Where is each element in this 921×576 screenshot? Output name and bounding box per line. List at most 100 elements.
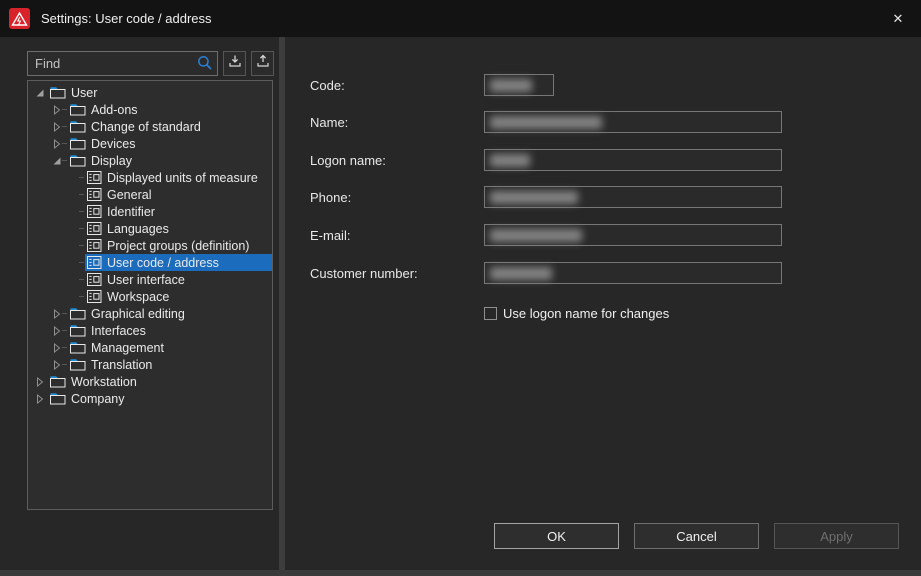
tree-item-content[interactable]: Workspace — [85, 288, 272, 305]
tree-item-displayed-units-of-measure[interactable]: Displayed units of measure — [28, 169, 272, 186]
apply-button[interactable]: Apply — [774, 523, 899, 549]
tree-item-label: Add-ons — [91, 103, 138, 117]
tree-item-content[interactable]: Display — [68, 152, 272, 169]
name-field[interactable] — [484, 111, 782, 133]
tree-item-label: Project groups (definition) — [107, 239, 249, 253]
export-settings-button[interactable] — [251, 51, 274, 76]
twisty-spacer — [68, 274, 79, 286]
find-input[interactable] — [27, 51, 218, 76]
ok-button[interactable]: OK — [494, 523, 619, 549]
tree-item-content[interactable]: Management — [68, 339, 272, 356]
titlebar: Settings: User code / address ✕ — [0, 0, 921, 37]
tree-item-graphical-editing[interactable]: Graphical editing — [28, 305, 272, 322]
tree-item-user[interactable]: User — [28, 84, 272, 101]
code-field[interactable] — [484, 74, 554, 96]
tree-connector — [79, 177, 84, 178]
tree-item-devices[interactable]: Devices — [28, 135, 272, 152]
tree-item-content[interactable]: Company — [48, 390, 272, 407]
tree-item-label: Workspace — [107, 290, 169, 304]
logon-name-field[interactable] — [484, 149, 782, 171]
expand-toggle-icon[interactable] — [34, 393, 45, 405]
tree-item-content[interactable]: Graphical editing — [68, 305, 272, 322]
cancel-button[interactable]: Cancel — [634, 523, 759, 549]
search-row — [27, 51, 274, 76]
tree-item-workstation[interactable]: Workstation — [28, 373, 272, 390]
tree-item-user-interface[interactable]: User interface — [28, 271, 272, 288]
close-button[interactable]: ✕ — [881, 4, 915, 34]
tree-item-label: Displayed units of measure — [107, 171, 258, 185]
tree-connector — [62, 160, 67, 161]
redacted-value — [490, 154, 530, 167]
name-field-label: Name: — [310, 115, 348, 130]
expand-toggle-icon[interactable] — [51, 325, 62, 337]
tree-item-change-of-standard[interactable]: Change of standard — [28, 118, 272, 135]
tree-item-content[interactable]: Add-ons — [68, 101, 272, 118]
tree-item-content[interactable]: Translation — [68, 356, 272, 373]
tree-connector — [62, 364, 67, 365]
tree-item-content[interactable]: Languages — [85, 220, 272, 237]
tree-connector — [62, 347, 67, 348]
tree-item-identifier[interactable]: Identifier — [28, 203, 272, 220]
tree-item-content[interactable]: Change of standard — [68, 118, 272, 135]
settings-page-icon — [87, 239, 102, 252]
twisty-spacer — [68, 189, 79, 201]
tree-item-translation[interactable]: Translation — [28, 356, 272, 373]
email-field[interactable] — [484, 224, 782, 246]
customer-number-field-label: Customer number: — [310, 266, 418, 281]
settings-page-icon — [87, 188, 102, 201]
expand-toggle-icon[interactable] — [51, 342, 62, 354]
expand-toggle-icon[interactable] — [51, 138, 62, 150]
expand-toggle-icon[interactable] — [34, 87, 45, 99]
tree-item-content[interactable]: Identifier — [85, 203, 272, 220]
tree-item-label: General — [107, 188, 151, 202]
tree-item-general[interactable]: General — [28, 186, 272, 203]
phone-field[interactable] — [484, 186, 782, 208]
tree-item-project-groups-definition[interactable]: Project groups (definition) — [28, 237, 272, 254]
tree-item-content[interactable]: User — [48, 84, 272, 101]
settings-tree: UserAdd-onsChange of standardDevicesDisp… — [27, 80, 273, 510]
phone-field-label: Phone: — [310, 190, 351, 205]
use-logon-name-checkbox[interactable] — [484, 307, 497, 320]
logon-name-field-row: Logon name: — [285, 148, 921, 172]
folder-icon — [70, 120, 86, 133]
tree-item-user-code-address[interactable]: User code / address — [28, 254, 272, 271]
expand-toggle-icon[interactable] — [51, 359, 62, 371]
expand-toggle-icon[interactable] — [51, 308, 62, 320]
twisty-spacer — [68, 291, 79, 303]
tree-connector — [79, 211, 84, 212]
tree-item-content[interactable]: Project groups (definition) — [85, 237, 272, 254]
tree-connector — [62, 109, 67, 110]
tree-item-display[interactable]: Display — [28, 152, 272, 169]
tree-item-content[interactable]: Devices — [68, 135, 272, 152]
settings-page-icon — [87, 256, 102, 269]
tree-item-languages[interactable]: Languages — [28, 220, 272, 237]
tree-item-add-ons[interactable]: Add-ons — [28, 101, 272, 118]
tree-item-content[interactable]: User interface — [85, 271, 272, 288]
expand-toggle-icon[interactable] — [34, 376, 45, 388]
tree-item-content[interactable]: Displayed units of measure — [85, 169, 272, 186]
expand-toggle-icon[interactable] — [51, 155, 62, 167]
expand-toggle-icon[interactable] — [51, 121, 62, 133]
folder-icon — [70, 154, 86, 167]
settings-window: Settings: User code / address ✕ — [0, 0, 921, 576]
import-settings-button[interactable] — [223, 51, 246, 76]
tree-selection[interactable]: User code / address — [85, 254, 272, 271]
folder-icon — [70, 307, 86, 320]
tree-item-content[interactable]: Interfaces — [68, 322, 272, 339]
redacted-value — [490, 229, 582, 242]
tree-connector — [79, 296, 84, 297]
customer-number-field[interactable] — [484, 262, 782, 284]
email-field-label: E-mail: — [310, 228, 350, 243]
tree-item-label: Languages — [107, 222, 169, 236]
expand-toggle-icon[interactable] — [51, 104, 62, 116]
twisty-spacer — [68, 240, 79, 252]
tree-item-content[interactable]: General — [85, 186, 272, 203]
tree-item-company[interactable]: Company — [28, 390, 272, 407]
tree-item-workspace[interactable]: Workspace — [28, 288, 272, 305]
tree-item-content[interactable]: Workstation — [48, 373, 272, 390]
settings-page-icon — [87, 171, 102, 184]
tree-item-management[interactable]: Management — [28, 339, 272, 356]
tree-connector — [79, 279, 84, 280]
tree-item-interfaces[interactable]: Interfaces — [28, 322, 272, 339]
tree-item-label: Interfaces — [91, 324, 146, 338]
